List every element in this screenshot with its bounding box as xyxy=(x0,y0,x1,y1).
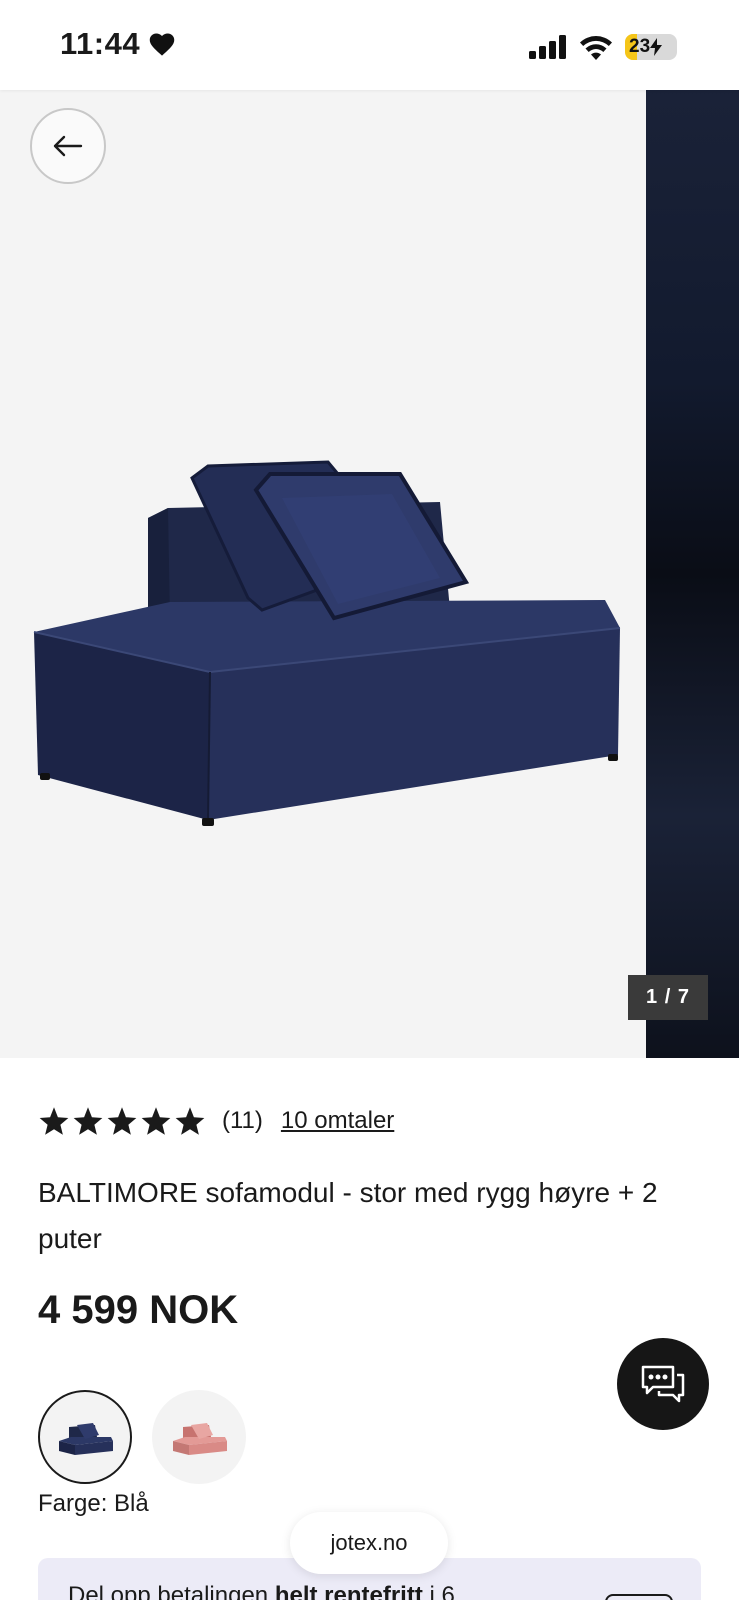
image-counter: 1 / 7 xyxy=(628,975,708,1020)
product-image-gallery[interactable]: 1 / 7 xyxy=(0,90,739,1058)
finance-text-before: Del opp betalingen xyxy=(68,1582,275,1600)
star-icon xyxy=(39,1107,69,1135)
chat-button[interactable] xyxy=(617,1338,709,1430)
reviews-link[interactable]: 10 omtaler xyxy=(281,1107,394,1135)
product-title: BALTIMORE sofamodul - stor med rygg høyr… xyxy=(38,1177,658,1254)
swatch-blue[interactable] xyxy=(38,1390,132,1484)
color-swatches xyxy=(38,1390,246,1484)
rating-row: (11) 10 omtaler xyxy=(38,1106,394,1136)
star-icon xyxy=(141,1107,171,1135)
wifi-icon xyxy=(580,36,612,60)
status-icons: 23 xyxy=(529,34,677,60)
star-icon xyxy=(107,1107,137,1135)
product-image-sofa xyxy=(33,460,621,826)
finance-text: Del opp betalingen helt rentefritt i 6 xyxy=(68,1582,455,1600)
arrow-left-icon xyxy=(53,135,83,157)
battery-charging-icon: 23 xyxy=(625,34,677,60)
product-price: 4 599 NOK xyxy=(38,1288,239,1332)
finance-text-after: i 6 xyxy=(422,1582,455,1600)
rating-count: (11) xyxy=(222,1107,263,1134)
status-bar: 11:44 23 xyxy=(0,0,739,90)
color-label: Farge: Blå xyxy=(38,1490,149,1517)
back-button[interactable] xyxy=(30,108,106,184)
heart-icon xyxy=(149,33,175,56)
star-icon xyxy=(73,1107,103,1135)
time-text: 11:44 xyxy=(60,26,141,61)
bolt-icon xyxy=(650,38,663,56)
status-time: 11:44 xyxy=(60,26,176,62)
next-image-preview[interactable] xyxy=(646,90,739,1058)
swatch-pink[interactable] xyxy=(152,1390,246,1484)
star-icon xyxy=(175,1107,205,1135)
battery-level-text: 23 xyxy=(629,36,651,57)
sofa-thumbnail-blue xyxy=(59,1423,113,1455)
signal-icon xyxy=(529,35,566,59)
star-rating xyxy=(38,1106,206,1136)
sofa-thumbnail-pink xyxy=(173,1423,227,1455)
browser-domain-pill[interactable]: jotex.no xyxy=(290,1512,448,1574)
finance-text-bold: helt rentefritt xyxy=(274,1582,423,1600)
chat-bubble-icon xyxy=(641,1365,685,1403)
finance-logo-button[interactable] xyxy=(605,1594,673,1600)
